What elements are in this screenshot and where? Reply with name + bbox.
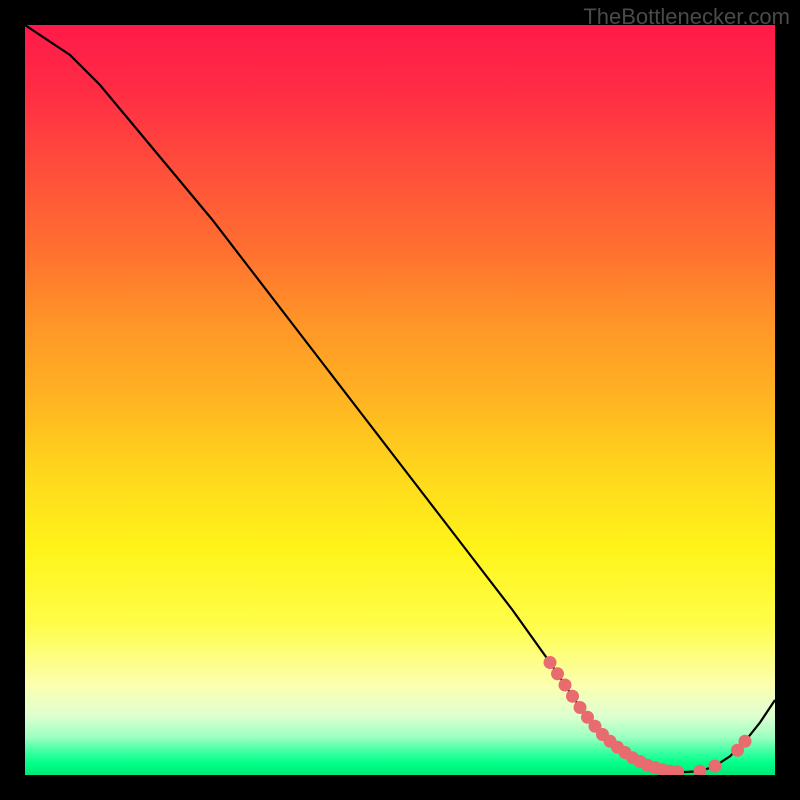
- highlight-markers: [544, 656, 752, 775]
- highlight-dot: [694, 765, 707, 775]
- highlight-dot: [739, 735, 752, 748]
- highlight-dot: [709, 760, 722, 773]
- highlight-dot: [566, 690, 579, 703]
- highlight-dot: [559, 679, 572, 692]
- chart-curve-layer: [25, 25, 775, 775]
- curve-line: [25, 25, 775, 772]
- chart-plot-area: [25, 25, 775, 775]
- highlight-dot: [551, 667, 564, 680]
- highlight-dot: [544, 656, 557, 669]
- attribution-text: TheBottlenecker.com: [583, 4, 790, 30]
